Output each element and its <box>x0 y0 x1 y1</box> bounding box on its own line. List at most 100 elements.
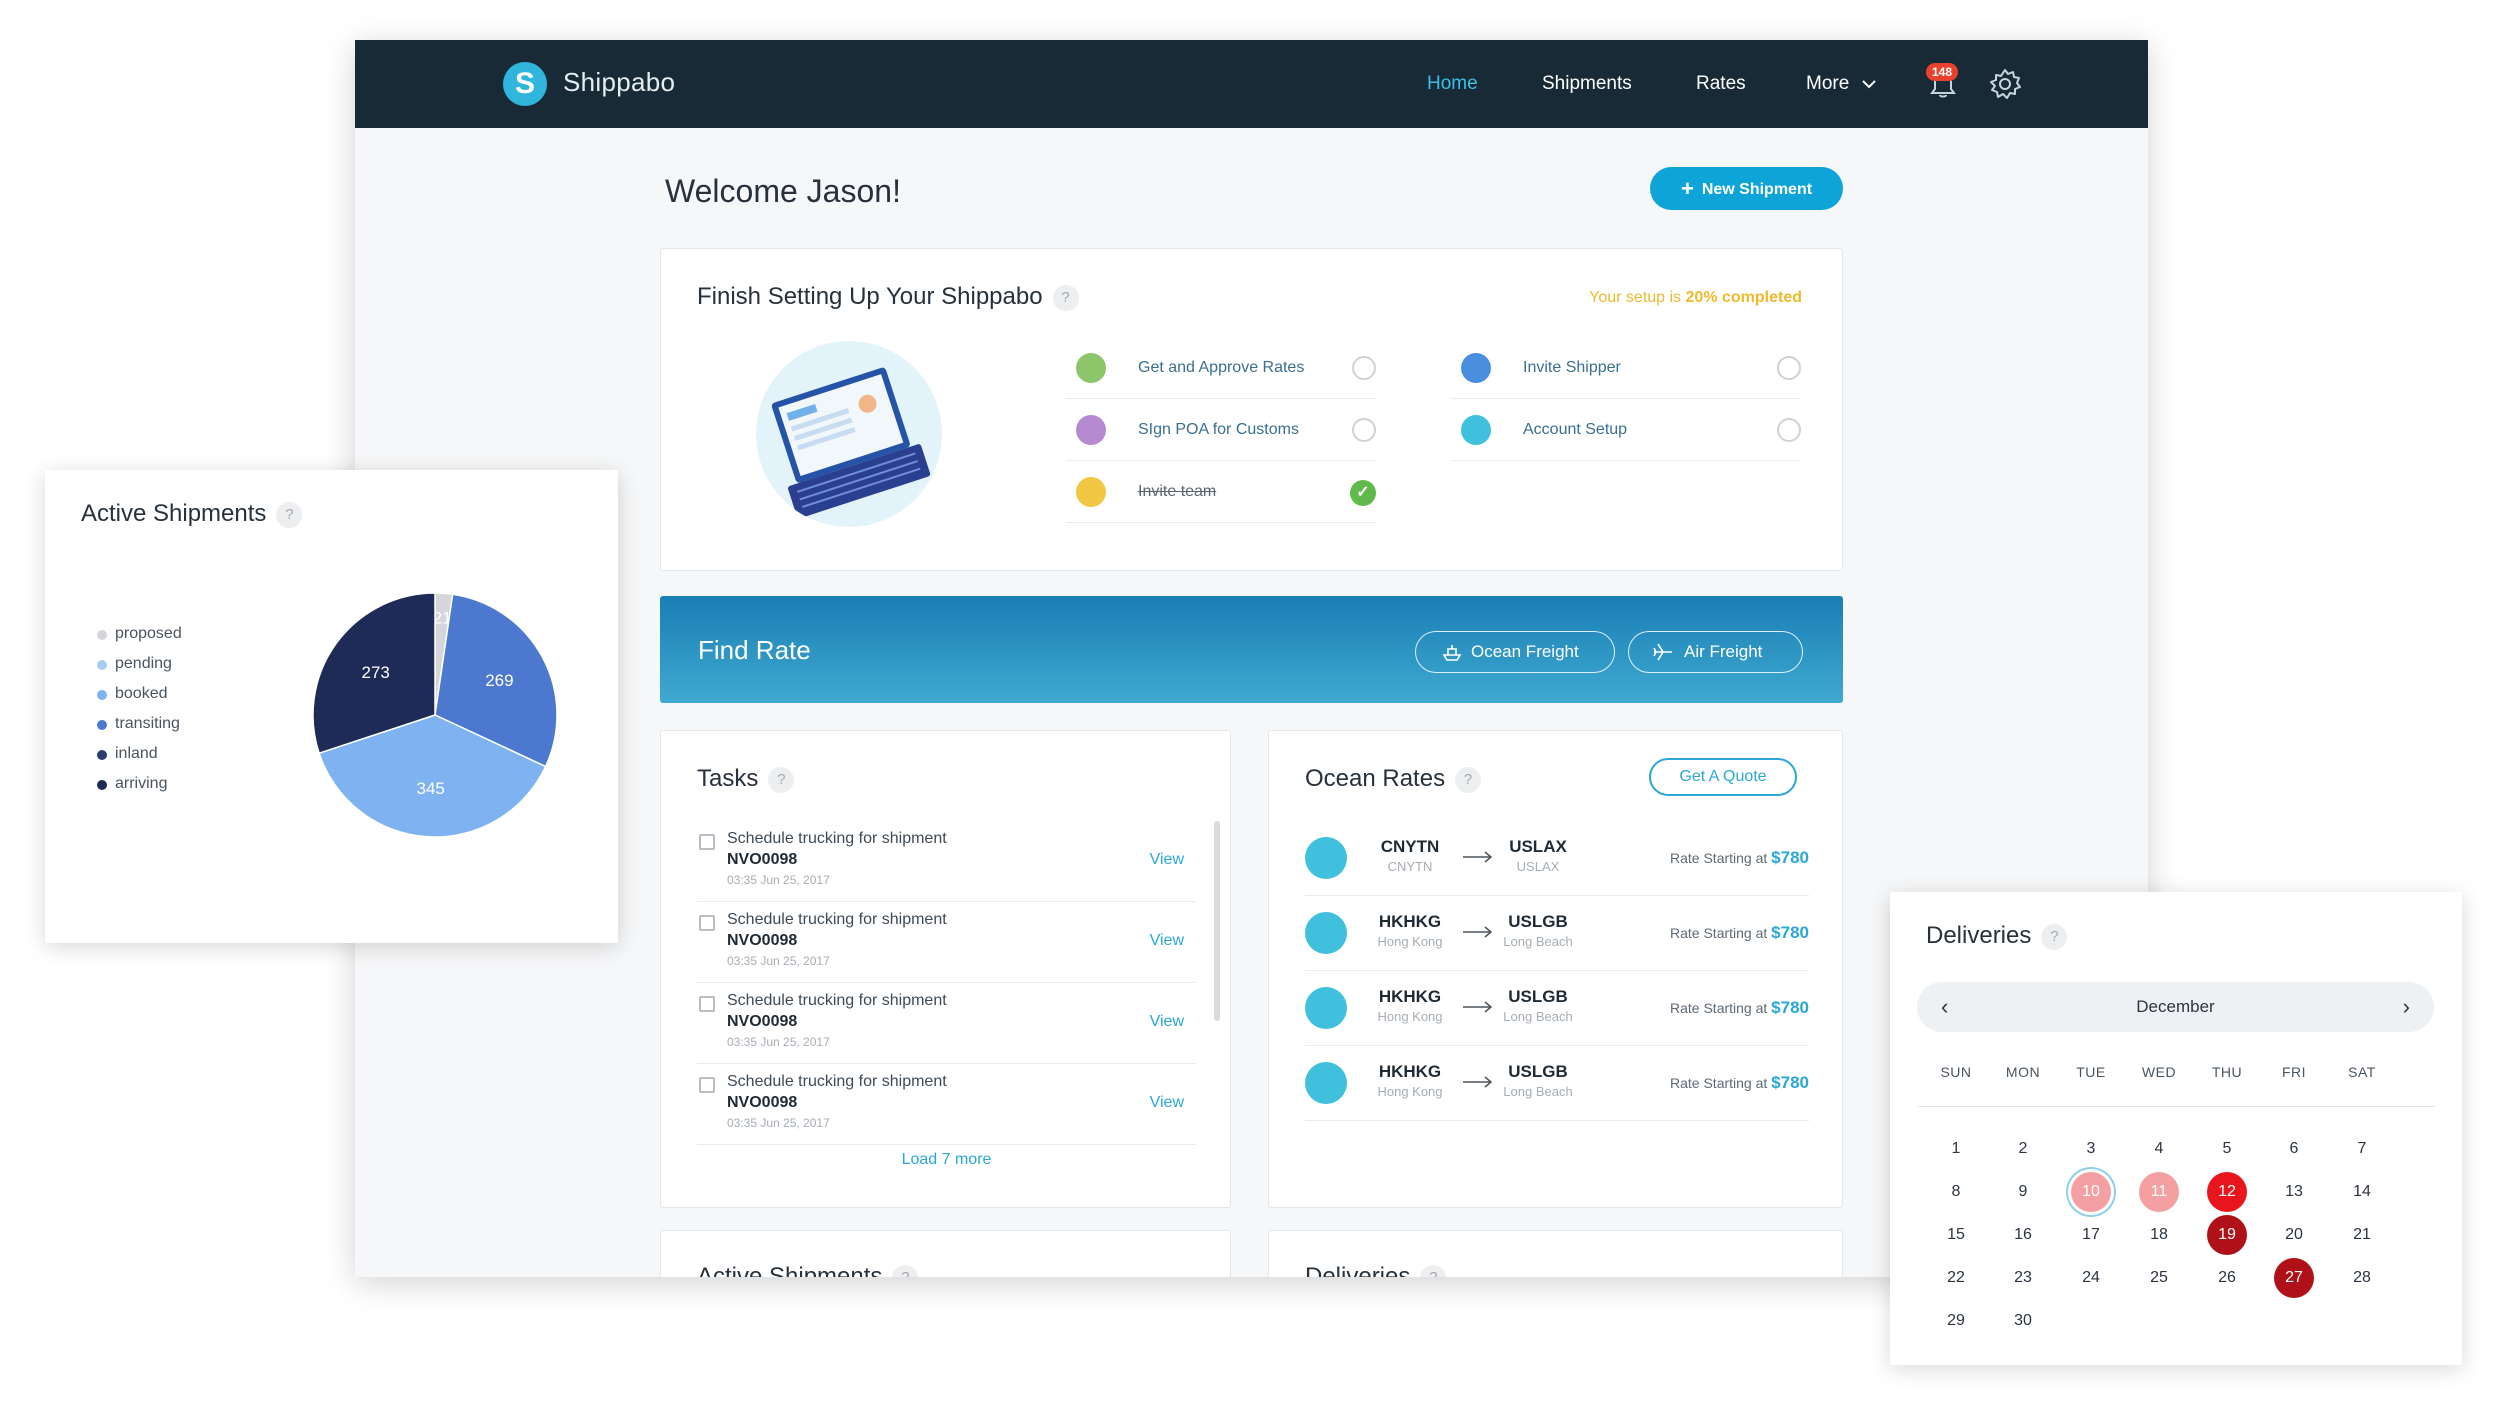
deliveries-card-peek: Deliveries? <box>1268 1230 1843 1277</box>
task-id: NVO0098 <box>727 932 798 949</box>
calendar-day[interactable]: 15 <box>1936 1215 1976 1255</box>
rate-row[interactable]: HKHKG Hong Kong USLGB Long Beach Rate Star… <box>1305 971 1809 1046</box>
help-icon[interactable]: ? <box>276 501 303 528</box>
calendar-day[interactable]: 14 <box>2342 1172 2382 1212</box>
legend-label: transiting <box>115 715 180 732</box>
ship-icon <box>1305 987 1347 1029</box>
task-checkbox[interactable] <box>699 996 715 1012</box>
help-icon[interactable]: ? <box>1420 1264 1447 1277</box>
legend-item[interactable]: arriving <box>97 775 167 793</box>
task-view-link[interactable]: View <box>1150 1094 1184 1112</box>
help-icon[interactable]: ? <box>1052 284 1079 311</box>
chevron-left-icon[interactable]: ‹ <box>1941 994 1948 1020</box>
help-icon[interactable]: ? <box>892 1264 919 1277</box>
calendar-day[interactable]: 5 <box>2207 1129 2247 1169</box>
tasks-scrollbar[interactable] <box>1214 821 1220 1021</box>
calendar-day[interactable]: 24 <box>2071 1258 2111 1298</box>
setup-progress-value: 20% completed <box>1685 289 1802 306</box>
radio-unchecked-icon[interactable] <box>1777 418 1801 442</box>
price-prefix: Rate Starting at <box>1670 850 1768 866</box>
calendar-day[interactable]: 9 <box>2003 1172 2043 1212</box>
rates-user-icon <box>1076 353 1106 383</box>
task-checkbox[interactable] <box>699 915 715 931</box>
calendar-day[interactable]: 27 <box>2274 1258 2314 1298</box>
help-icon[interactable]: ? <box>2041 923 2068 950</box>
calendar-day[interactable]: 28 <box>2342 1258 2382 1298</box>
rate-origin: CNYTN CNYTN <box>1365 837 1455 874</box>
nav-home[interactable]: Home <box>1427 73 1478 95</box>
rate-row[interactable]: HKHKG Hong Kong USLGB Long Beach Rate Star… <box>1305 1046 1809 1121</box>
nav-more[interactable]: More <box>1806 73 1877 95</box>
calendar-day[interactable]: 18 <box>2139 1215 2179 1255</box>
add-user-icon <box>1461 353 1491 383</box>
calendar-day[interactable]: 22 <box>1936 1258 1976 1298</box>
new-shipment-button[interactable]: + New Shipment <box>1650 167 1843 210</box>
rate-row[interactable]: CNYTN CNYTN USLAX USLAX Rate Starting at $… <box>1305 821 1809 896</box>
calendar-day[interactable]: 2 <box>2003 1129 2043 1169</box>
legend-item[interactable]: inland <box>97 745 158 763</box>
price-value: $780 <box>1771 1073 1809 1092</box>
setup-title-text: Finish Setting Up Your Shippabo <box>697 283 1043 310</box>
calendar-day[interactable]: 30 <box>2003 1301 2043 1341</box>
gear-icon[interactable] <box>1987 66 2023 102</box>
deliveries-card: Deliveries? December ‹ › SUN MON TUE WED THU… <box>1890 892 2462 1365</box>
calendar-day[interactable]: 29 <box>1936 1301 1976 1341</box>
setup-item-approve-rates[interactable]: Get and Approve Rates <box>1066 337 1376 399</box>
destination-code: USLGB <box>1508 1062 1568 1081</box>
calendar-day[interactable]: 26 <box>2207 1258 2247 1298</box>
calendar-day[interactable]: 20 <box>2274 1215 2314 1255</box>
radio-unchecked-icon[interactable] <box>1777 356 1801 380</box>
task-checkbox[interactable] <box>699 1077 715 1093</box>
legend-item[interactable]: transiting <box>97 715 180 733</box>
setup-item-account-setup[interactable]: Account Setup <box>1451 399 1801 461</box>
load-more-link[interactable]: Load 7 more <box>661 1151 1232 1169</box>
arrow-right-icon <box>1463 926 1493 938</box>
brand-name[interactable]: Shippabo <box>563 67 675 98</box>
calendar-day[interactable]: 25 <box>2139 1258 2179 1298</box>
calendar-day[interactable]: 12 <box>2207 1172 2247 1212</box>
task-view-link[interactable]: View <box>1150 851 1184 869</box>
calendar-day[interactable]: 8 <box>1936 1172 1976 1212</box>
calendar-day[interactable]: 21 <box>2342 1215 2382 1255</box>
task-id: NVO0098 <box>727 1094 798 1111</box>
calendar-day[interactable]: 16 <box>2003 1215 2043 1255</box>
setup-item-invite-shipper[interactable]: Invite Shipper <box>1451 337 1801 399</box>
calendar-day[interactable]: 19 <box>2207 1215 2247 1255</box>
ocean-freight-button[interactable]: Ocean Freight <box>1415 631 1615 673</box>
nav-shipments[interactable]: Shipments <box>1542 73 1632 95</box>
task-view-link[interactable]: View <box>1150 932 1184 950</box>
help-icon[interactable]: ? <box>768 766 795 793</box>
check-icon[interactable]: ✓ <box>1350 480 1376 506</box>
weekday-label: TUE <box>2076 1064 2106 1080</box>
setup-item-invite-team[interactable]: Invite team ✓ <box>1066 461 1376 523</box>
calendar-day[interactable]: 7 <box>2342 1129 2382 1169</box>
get-quote-button[interactable]: Get A Quote <box>1649 758 1797 796</box>
nav-rates[interactable]: Rates <box>1696 73 1746 95</box>
air-freight-button[interactable]: Air Freight <box>1628 631 1803 673</box>
chevron-right-icon[interactable]: › <box>2403 994 2410 1020</box>
calendar-day[interactable]: 1 <box>1936 1129 1976 1169</box>
active-shipments-title-text: Active Shipments <box>81 500 267 527</box>
legend-item[interactable]: booked <box>97 685 168 703</box>
air-freight-label: Air Freight <box>1684 642 1763 661</box>
calendar-day[interactable]: 13 <box>2274 1172 2314 1212</box>
radio-unchecked-icon[interactable] <box>1352 418 1376 442</box>
help-icon[interactable]: ? <box>1455 766 1482 793</box>
calendar-day[interactable]: 17 <box>2071 1215 2111 1255</box>
legend-item[interactable]: pending <box>97 655 172 673</box>
find-rate-banner: Find Rate Ocean Freight Air Freight <box>660 596 1843 703</box>
task-view-link[interactable]: View <box>1150 1013 1184 1031</box>
logo-icon[interactable]: S <box>503 62 547 106</box>
radio-unchecked-icon[interactable] <box>1352 356 1376 380</box>
calendar-day[interactable]: 4 <box>2139 1129 2179 1169</box>
rate-row[interactable]: HKHKG Hong Kong USLGB Long Beach Rate Star… <box>1305 896 1809 971</box>
task-checkbox[interactable] <box>699 834 715 850</box>
calendar-day[interactable]: 11 <box>2139 1172 2179 1212</box>
calendar-day[interactable]: 10 <box>2071 1172 2111 1212</box>
origin-city: Hong Kong <box>1377 1009 1443 1024</box>
calendar-day[interactable]: 3 <box>2071 1129 2111 1169</box>
calendar-day[interactable]: 23 <box>2003 1258 2043 1298</box>
legend-item[interactable]: proposed <box>97 625 182 643</box>
setup-item-sign-poa[interactable]: SIgn POA for Customs <box>1066 399 1376 461</box>
calendar-day[interactable]: 6 <box>2274 1129 2314 1169</box>
